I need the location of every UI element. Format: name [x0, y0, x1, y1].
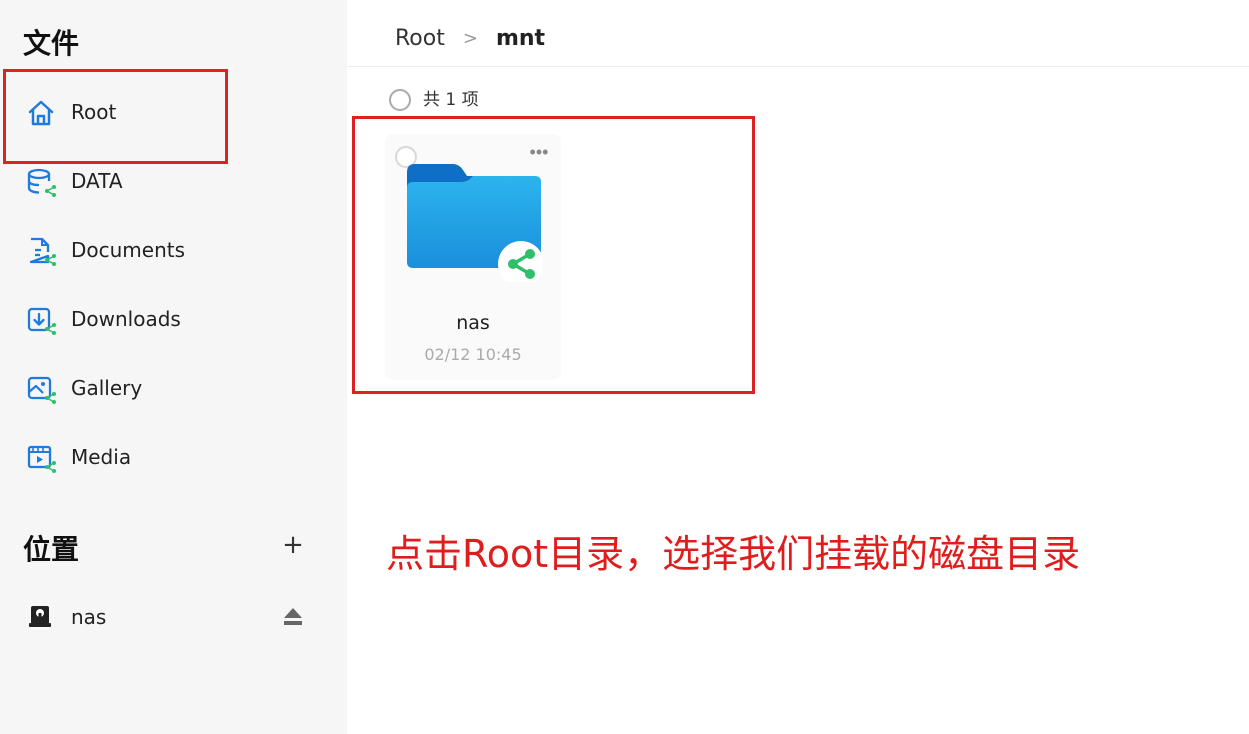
sidebar-item-gallery[interactable]: Gallery	[0, 363, 347, 413]
sidebar-item-label: Downloads	[71, 307, 181, 331]
sidebar-item-label: Gallery	[71, 376, 143, 400]
select-all-checkbox[interactable]	[389, 89, 411, 111]
sidebar-item-documents[interactable]: Documents	[0, 225, 347, 275]
breadcrumb-root[interactable]: Root	[395, 26, 445, 51]
sidebar-item-label: Documents	[71, 238, 186, 262]
files-section-title: 文件	[23, 27, 80, 60]
shared-document-icon	[26, 236, 56, 266]
sidebar-item-downloads[interactable]: Downloads	[0, 294, 347, 344]
item-count: 共 1 项	[423, 90, 479, 110]
highlight-box-root	[3, 69, 228, 164]
nas-drive-icon	[28, 604, 58, 634]
shared-database-icon	[26, 167, 56, 197]
sidebar-item-label: Media	[71, 445, 132, 469]
highlight-box-folder	[352, 116, 755, 394]
header-divider	[347, 66, 1249, 67]
shared-media-icon	[26, 443, 56, 473]
breadcrumb-separator: >	[462, 27, 478, 49]
eject-icon[interactable]	[280, 604, 306, 630]
shared-download-icon	[26, 305, 56, 335]
add-location-button[interactable]: +	[280, 530, 306, 560]
breadcrumb-current: mnt	[495, 25, 546, 51]
breadcrumb: Root > mnt	[395, 22, 545, 54]
shared-gallery-icon	[26, 374, 56, 404]
annotation-text: 点击Root目录，选择我们挂载的磁盘目录	[386, 532, 1081, 576]
sidebar-location-label: nas	[71, 605, 107, 629]
sidebar-item-media[interactable]: Media	[0, 432, 347, 482]
sidebar-item-label: DATA	[71, 169, 123, 193]
locations-section-title: 位置	[23, 533, 80, 566]
